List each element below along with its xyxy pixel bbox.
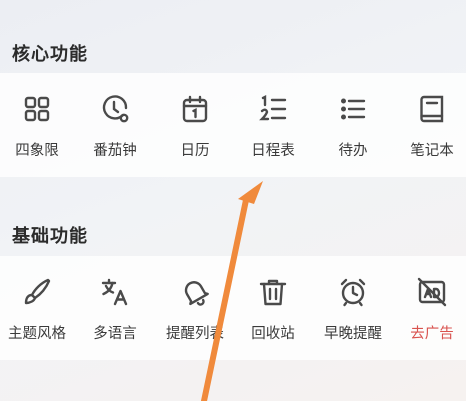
basic-item-reminder-list[interactable]: 提醒列表 — [155, 256, 235, 360]
basic-section-title: 基础功能 — [12, 226, 88, 247]
notebook-icon — [416, 93, 448, 125]
clock-timer-icon — [99, 93, 131, 125]
bell-icon — [179, 276, 211, 308]
core-item-quadrant[interactable]: 四象限 — [0, 73, 77, 177]
core-item-label: 笔记本 — [410, 143, 454, 159]
core-functions-card: 四象限 番茄钟 日历 日程表 待办 笔记本 — [0, 73, 466, 177]
basic-item-label: 去广告 — [410, 326, 454, 342]
basic-item-theme[interactable]: 主题风格 — [0, 256, 77, 360]
basic-item-morning-evening-reminder[interactable]: 早晚提醒 — [313, 256, 393, 360]
basic-functions-card: 主题风格 多语言 提醒列表 回收站 早晚提醒 去广告 — [0, 256, 466, 360]
core-item-calendar[interactable]: 日历 — [155, 73, 235, 177]
basic-item-remove-ads[interactable]: 去广告 — [392, 256, 466, 360]
core-item-todo[interactable]: 待办 — [313, 73, 393, 177]
core-section-title: 核心功能 — [12, 44, 88, 65]
calendar-icon — [179, 93, 211, 125]
paintbrush-icon — [21, 276, 53, 308]
no-ads-icon — [416, 276, 448, 308]
core-item-schedule[interactable]: 日程表 — [233, 73, 313, 177]
todo-list-icon — [337, 93, 369, 125]
numbered-list-icon — [257, 93, 289, 125]
core-item-notebook[interactable]: 笔记本 — [392, 73, 466, 177]
translate-icon — [99, 276, 131, 308]
alarm-clock-icon — [337, 276, 369, 308]
trash-icon — [257, 276, 289, 308]
grid-four-icon — [21, 93, 53, 125]
basic-item-trash[interactable]: 回收站 — [233, 256, 313, 360]
basic-item-language[interactable]: 多语言 — [75, 256, 155, 360]
core-item-pomodoro[interactable]: 番茄钟 — [75, 73, 155, 177]
